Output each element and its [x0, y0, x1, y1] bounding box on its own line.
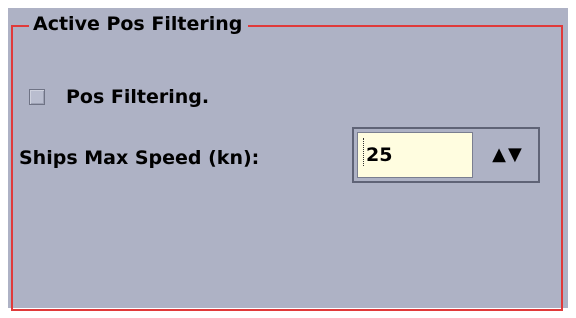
ships-max-speed-spinbox[interactable]: ▲ ▼ — [352, 127, 540, 183]
text-caret — [363, 138, 366, 166]
pos-filtering-label[interactable]: Pos Filtering. — [66, 84, 209, 110]
pos-filtering-checkbox[interactable] — [29, 89, 45, 105]
triangle-down-icon[interactable]: ▼ — [508, 145, 522, 165]
ships-max-speed-label: Ships Max Speed (kn): — [19, 147, 260, 169]
triangle-up-icon[interactable]: ▲ — [492, 145, 506, 165]
group-title: Active Pos Filtering — [29, 10, 249, 38]
spin-buttons: ▲ ▼ — [479, 137, 535, 173]
ships-max-speed-input[interactable] — [357, 132, 473, 178]
